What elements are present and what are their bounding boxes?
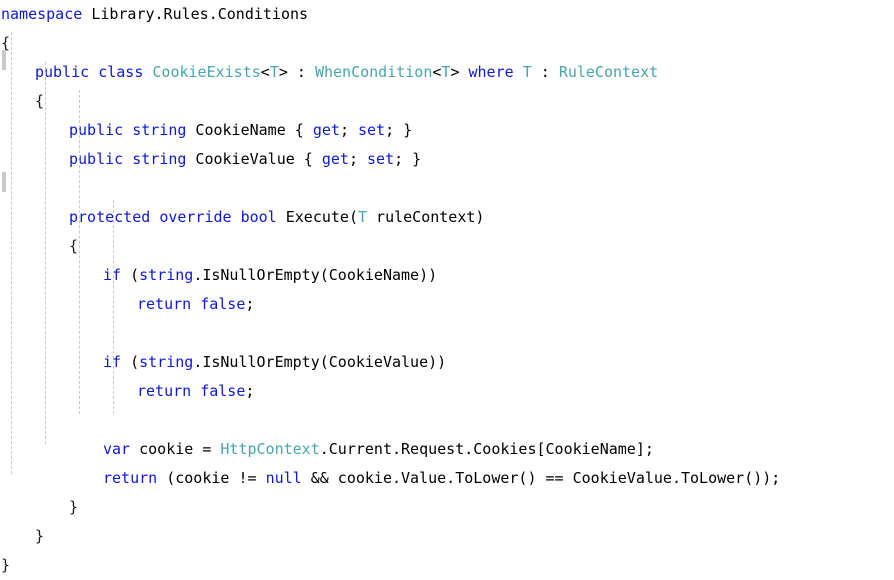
code-token: string	[132, 121, 187, 139]
code-token: bool	[240, 208, 277, 226]
line-method-close-brace[interactable]: }	[0, 493, 894, 522]
code-token: CookieValue {	[186, 150, 322, 168]
code-token: false	[200, 382, 246, 400]
line-class-declaration[interactable]: public class CookieExists<T> : WhenCondi…	[0, 58, 894, 87]
code-token: Execute(	[276, 208, 358, 226]
code-token: .IsNullOrEmpty(CookieName))	[193, 266, 438, 284]
line-method-open-brace[interactable]: {	[0, 232, 894, 261]
code-token: set	[358, 121, 386, 139]
code-token: ;	[245, 295, 255, 313]
code-token: cookie =	[130, 440, 221, 458]
code-token: WhenCondition	[314, 63, 433, 81]
code-token: public	[35, 63, 90, 81]
code-token: RuleContext	[558, 63, 659, 81]
line-var-cookie-assignment[interactable]: var cookie = HttpContext.Current.Request…	[0, 435, 894, 464]
code-token: false	[200, 295, 246, 313]
code-token: Library.Rules.Conditions	[91, 5, 309, 23]
line-property-cookiename[interactable]: public string CookieName { get; set; }	[0, 116, 894, 145]
code-token: T	[522, 63, 532, 81]
indent-guide-1	[45, 62, 46, 444]
code-token: string	[139, 266, 194, 284]
code-token: (	[121, 266, 140, 284]
code-token: return	[137, 382, 192, 400]
code-token: public	[69, 121, 124, 139]
code-editor[interactable]: namespace Library.Rules.Conditions { publi…	[0, 0, 894, 574]
code-token: override	[159, 208, 232, 226]
code-token: ;	[348, 150, 368, 168]
line-if-cookievalue-null-check[interactable]: if (string.IsNullOrEmpty(CookieValue))	[0, 348, 894, 377]
code-token: get	[312, 121, 340, 139]
indent-guide-2	[79, 90, 80, 414]
indent-guide-0	[11, 32, 12, 474]
code-token: return	[137, 295, 192, 313]
code-token: {	[35, 92, 45, 110]
code-token: (	[121, 353, 140, 371]
line-namespace-open-brace[interactable]: {	[0, 29, 894, 58]
line-return-comparison[interactable]: return (cookie != null && cookie.Value.T…	[0, 464, 894, 493]
code-token: namespace	[1, 5, 83, 23]
line-namespace-declaration[interactable]: namespace Library.Rules.Conditions	[0, 0, 894, 29]
code-token: :	[531, 63, 559, 81]
code-token: class	[98, 63, 144, 81]
line-property-cookievalue[interactable]: public string CookieValue { get; set; }	[0, 145, 894, 174]
line-class-open-brace[interactable]: {	[0, 87, 894, 116]
line-return-false-1[interactable]: return false;	[0, 290, 894, 319]
line-return-false-2[interactable]: return false;	[0, 377, 894, 406]
code-token: HttpContext	[220, 440, 320, 458]
code-token: ; }	[385, 121, 413, 139]
code-token: }	[35, 527, 45, 545]
code-token: ruleContext)	[367, 208, 485, 226]
line-class-close-brace[interactable]: }	[0, 522, 894, 551]
code-token: T	[269, 63, 279, 81]
code-token: .IsNullOrEmpty(CookieValue))	[193, 353, 447, 371]
code-token: string	[139, 353, 194, 371]
code-token: where	[468, 63, 514, 81]
code-token: ;	[339, 121, 358, 139]
code-token: string	[132, 150, 187, 168]
indent-guide-3	[113, 200, 114, 414]
code-token: {	[1, 34, 11, 52]
code-token: .Current.Request.Cookies[CookieName];	[319, 440, 654, 458]
code-token: null	[265, 469, 302, 487]
code-token: ;	[245, 382, 255, 400]
line-blank-3[interactable]	[0, 406, 894, 435]
code-token: ; }	[394, 150, 422, 168]
code-token: {	[69, 237, 79, 255]
code-token: get	[321, 150, 349, 168]
code-token: return	[103, 469, 158, 487]
code-token: > :	[278, 63, 315, 81]
code-token: >	[450, 63, 469, 81]
code-token: set	[367, 150, 395, 168]
line-namespace-close-brace[interactable]: }	[0, 551, 894, 580]
code-token: && cookie.Value.ToLower() == CookieValue…	[301, 469, 781, 487]
code-token: (cookie !=	[157, 469, 266, 487]
code-token: public	[69, 150, 124, 168]
line-blank-1[interactable]	[0, 174, 894, 203]
code-token: protected	[69, 208, 151, 226]
code-token: <	[260, 63, 270, 81]
code-surface[interactable]: namespace Library.Rules.Conditions { publi…	[0, 0, 894, 580]
code-token: CookieName {	[186, 121, 313, 139]
line-execute-method-signature[interactable]: protected override bool Execute(T ruleCo…	[0, 203, 894, 232]
line-blank-2[interactable]	[0, 319, 894, 348]
code-token: T	[358, 208, 368, 226]
code-token: CookieExists	[152, 63, 261, 81]
code-token: var	[103, 440, 131, 458]
line-if-cookiename-null-check[interactable]: if (string.IsNullOrEmpty(CookieName))	[0, 261, 894, 290]
code-token: }	[1, 556, 11, 574]
code-token: }	[69, 498, 79, 516]
